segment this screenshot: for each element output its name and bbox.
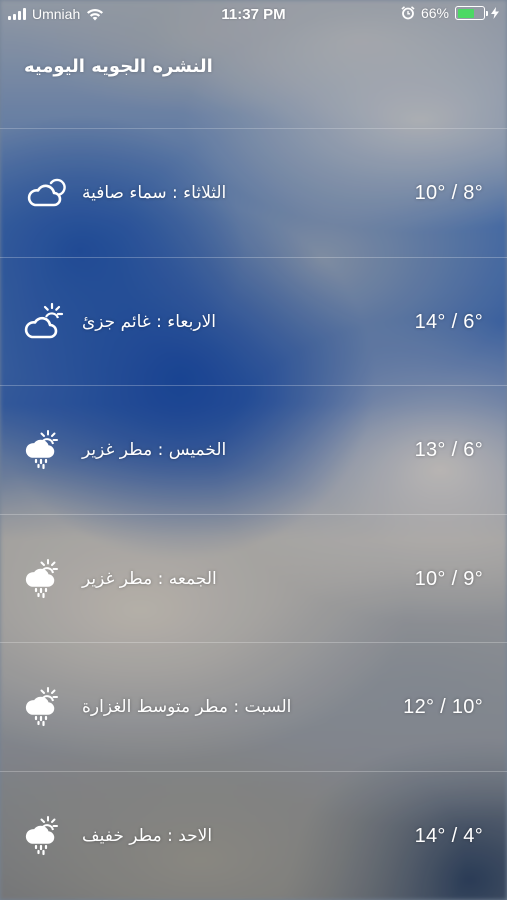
forecast-description: الاربعاء : غائم جزئ [82,311,216,332]
partly-cloudy-icon [24,301,66,343]
cloud-moon-icon [24,172,66,214]
rain-sun-icon [24,429,66,471]
forecast-temperature: 10° / 8° [414,182,483,204]
status-right: 66% [401,5,499,21]
forecast-row[interactable]: الثلاثاء : سماء صافية 10° / 8° [0,128,507,257]
forecast-description: الاحد : مطر خفيف [82,825,213,846]
forecast-temperature: 12° / 10° [403,696,483,718]
battery-level [457,8,474,18]
forecast-row[interactable]: السبت : مطر متوسط الغزارة 12° / 10° [0,642,507,771]
forecast-description: الثلاثاء : سماء صافية [82,183,227,203]
status-bar: Umniah 11:37 PM 66% [0,0,507,28]
forecast-row[interactable]: الاربعاء : غائم جزئ 14° / 6° [0,256,507,386]
forecast-temperature: 13° / 6° [414,439,483,461]
forecast-temperature: 10° / 9° [414,567,483,590]
charging-bolt-icon [491,7,499,19]
forecast-description: الجمعه : مطر غزير [82,568,217,589]
forecast-row[interactable]: الجمعه : مطر غزير 10° / 9° [0,513,507,643]
forecast-description: السبت : مطر متوسط الغزارة [82,697,292,717]
battery-percent: 66% [420,5,449,21]
forecast-temperature: 14° / 6° [414,310,483,333]
rain-sun-icon [24,686,66,728]
forecast-row[interactable]: الخميس : مطر غزير 13° / 6° [0,385,507,514]
alarm-icon [401,6,415,20]
forecast-list: الثلاثاء : سماء صافية 10° / 8° الاربعاء … [0,128,507,899]
rain-sun-icon [24,815,66,857]
forecast-description: الخميس : مطر غزير [82,440,227,460]
forecast-row[interactable]: الاحد : مطر خفيف 14° / 4° [0,770,507,900]
battery-icon [455,6,488,20]
forecast-temperature: 14° / 4° [414,824,483,847]
rain-sun-icon [24,558,66,600]
page-title: النشره الجويه اليوميه [24,56,213,77]
